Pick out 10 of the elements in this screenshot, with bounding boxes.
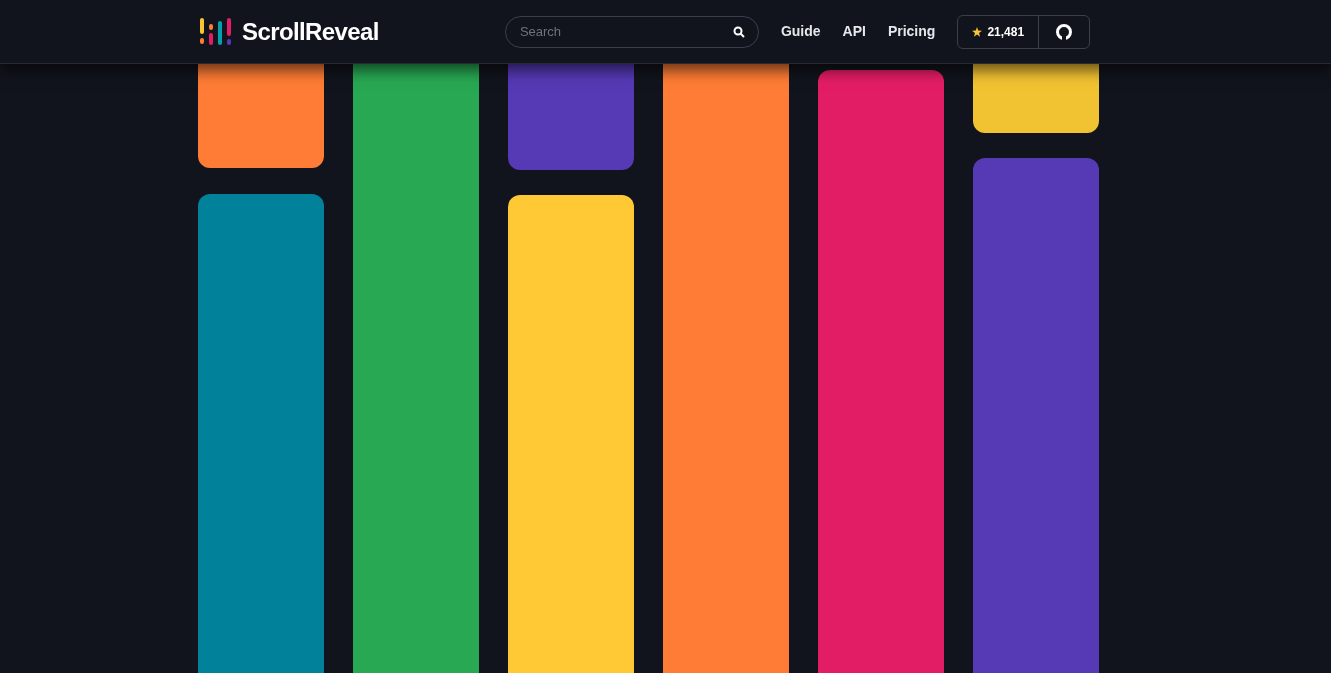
nav-link[interactable]: Pricing xyxy=(887,21,936,42)
logo-text: ScrollReveal xyxy=(242,16,379,47)
nav-link[interactable]: API xyxy=(842,21,866,42)
nav-link[interactable]: Guide xyxy=(780,21,821,42)
star-icon xyxy=(972,26,983,37)
star-count-button[interactable]: 21,481 xyxy=(958,15,1040,48)
logo-icon xyxy=(198,17,234,46)
search-field[interactable]: Search xyxy=(504,15,759,48)
github-icon xyxy=(1055,22,1074,41)
search-icon xyxy=(732,25,745,38)
